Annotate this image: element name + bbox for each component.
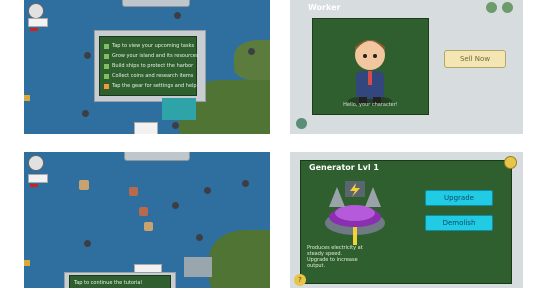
tutorial-list: Tap to view your upcoming tasks Grow you… — [99, 36, 199, 96]
alert-icon — [30, 184, 38, 187]
menu-icon[interactable] — [296, 118, 307, 129]
profile-icon[interactable] — [28, 3, 44, 19]
map-screenshot-2: Tap to continue the tutorial — [24, 152, 270, 288]
generator-panel: Generator Lvl 1 Upgrade Demolish Produce… — [300, 160, 512, 284]
map-screenshot-1: Tap to view your upcoming tasks Grow you… — [24, 0, 270, 134]
ship-icon[interactable] — [144, 222, 153, 231]
island-land — [234, 40, 270, 80]
coin-icon — [24, 95, 30, 101]
worker-avatar — [348, 40, 392, 106]
profile-icon[interactable] — [28, 155, 44, 171]
worker-title: Worker — [308, 3, 341, 12]
coin-icon — [24, 260, 30, 266]
island-land — [209, 230, 270, 288]
info-card — [134, 122, 158, 134]
close-icon[interactable] — [502, 2, 513, 13]
ship-icon[interactable] — [129, 187, 138, 196]
upgrade-button[interactable]: Upgrade — [425, 190, 493, 206]
close-icon[interactable] — [504, 156, 517, 169]
resource-badge — [28, 174, 48, 183]
ship-icon[interactable] — [79, 180, 89, 190]
ship-icon[interactable] — [139, 207, 148, 216]
tutorial-banner: Tap to continue the tutorial — [64, 272, 176, 288]
generator-icon — [325, 181, 385, 245]
harbor-building — [162, 98, 196, 120]
help-icon[interactable]: ? — [294, 274, 306, 286]
alert-icon — [30, 28, 38, 31]
worker-screen: Worker Hello, your character! Sell Now — [290, 0, 523, 134]
sell-now-button[interactable]: Sell Now — [444, 50, 506, 68]
generator-screen: Generator Lvl 1 Upgrade Demolish Produce… — [290, 152, 523, 288]
worker-caption: Hello, your character! — [343, 102, 398, 108]
tutorial-dialog: Tap to view your upcoming tasks Grow you… — [94, 30, 206, 102]
back-icon[interactable] — [486, 2, 497, 13]
worker-portrait-frame: Hello, your character! — [312, 18, 429, 115]
resource-badge — [28, 18, 48, 27]
generator-title: Generator Lvl 1 — [309, 163, 379, 172]
demolish-button[interactable]: Demolish — [425, 215, 493, 231]
top-hud — [124, 152, 190, 161]
generator-description: Produces electricity at steady speed. Up… — [307, 245, 363, 269]
harbor-building — [184, 257, 212, 277]
top-hud — [122, 0, 190, 7]
